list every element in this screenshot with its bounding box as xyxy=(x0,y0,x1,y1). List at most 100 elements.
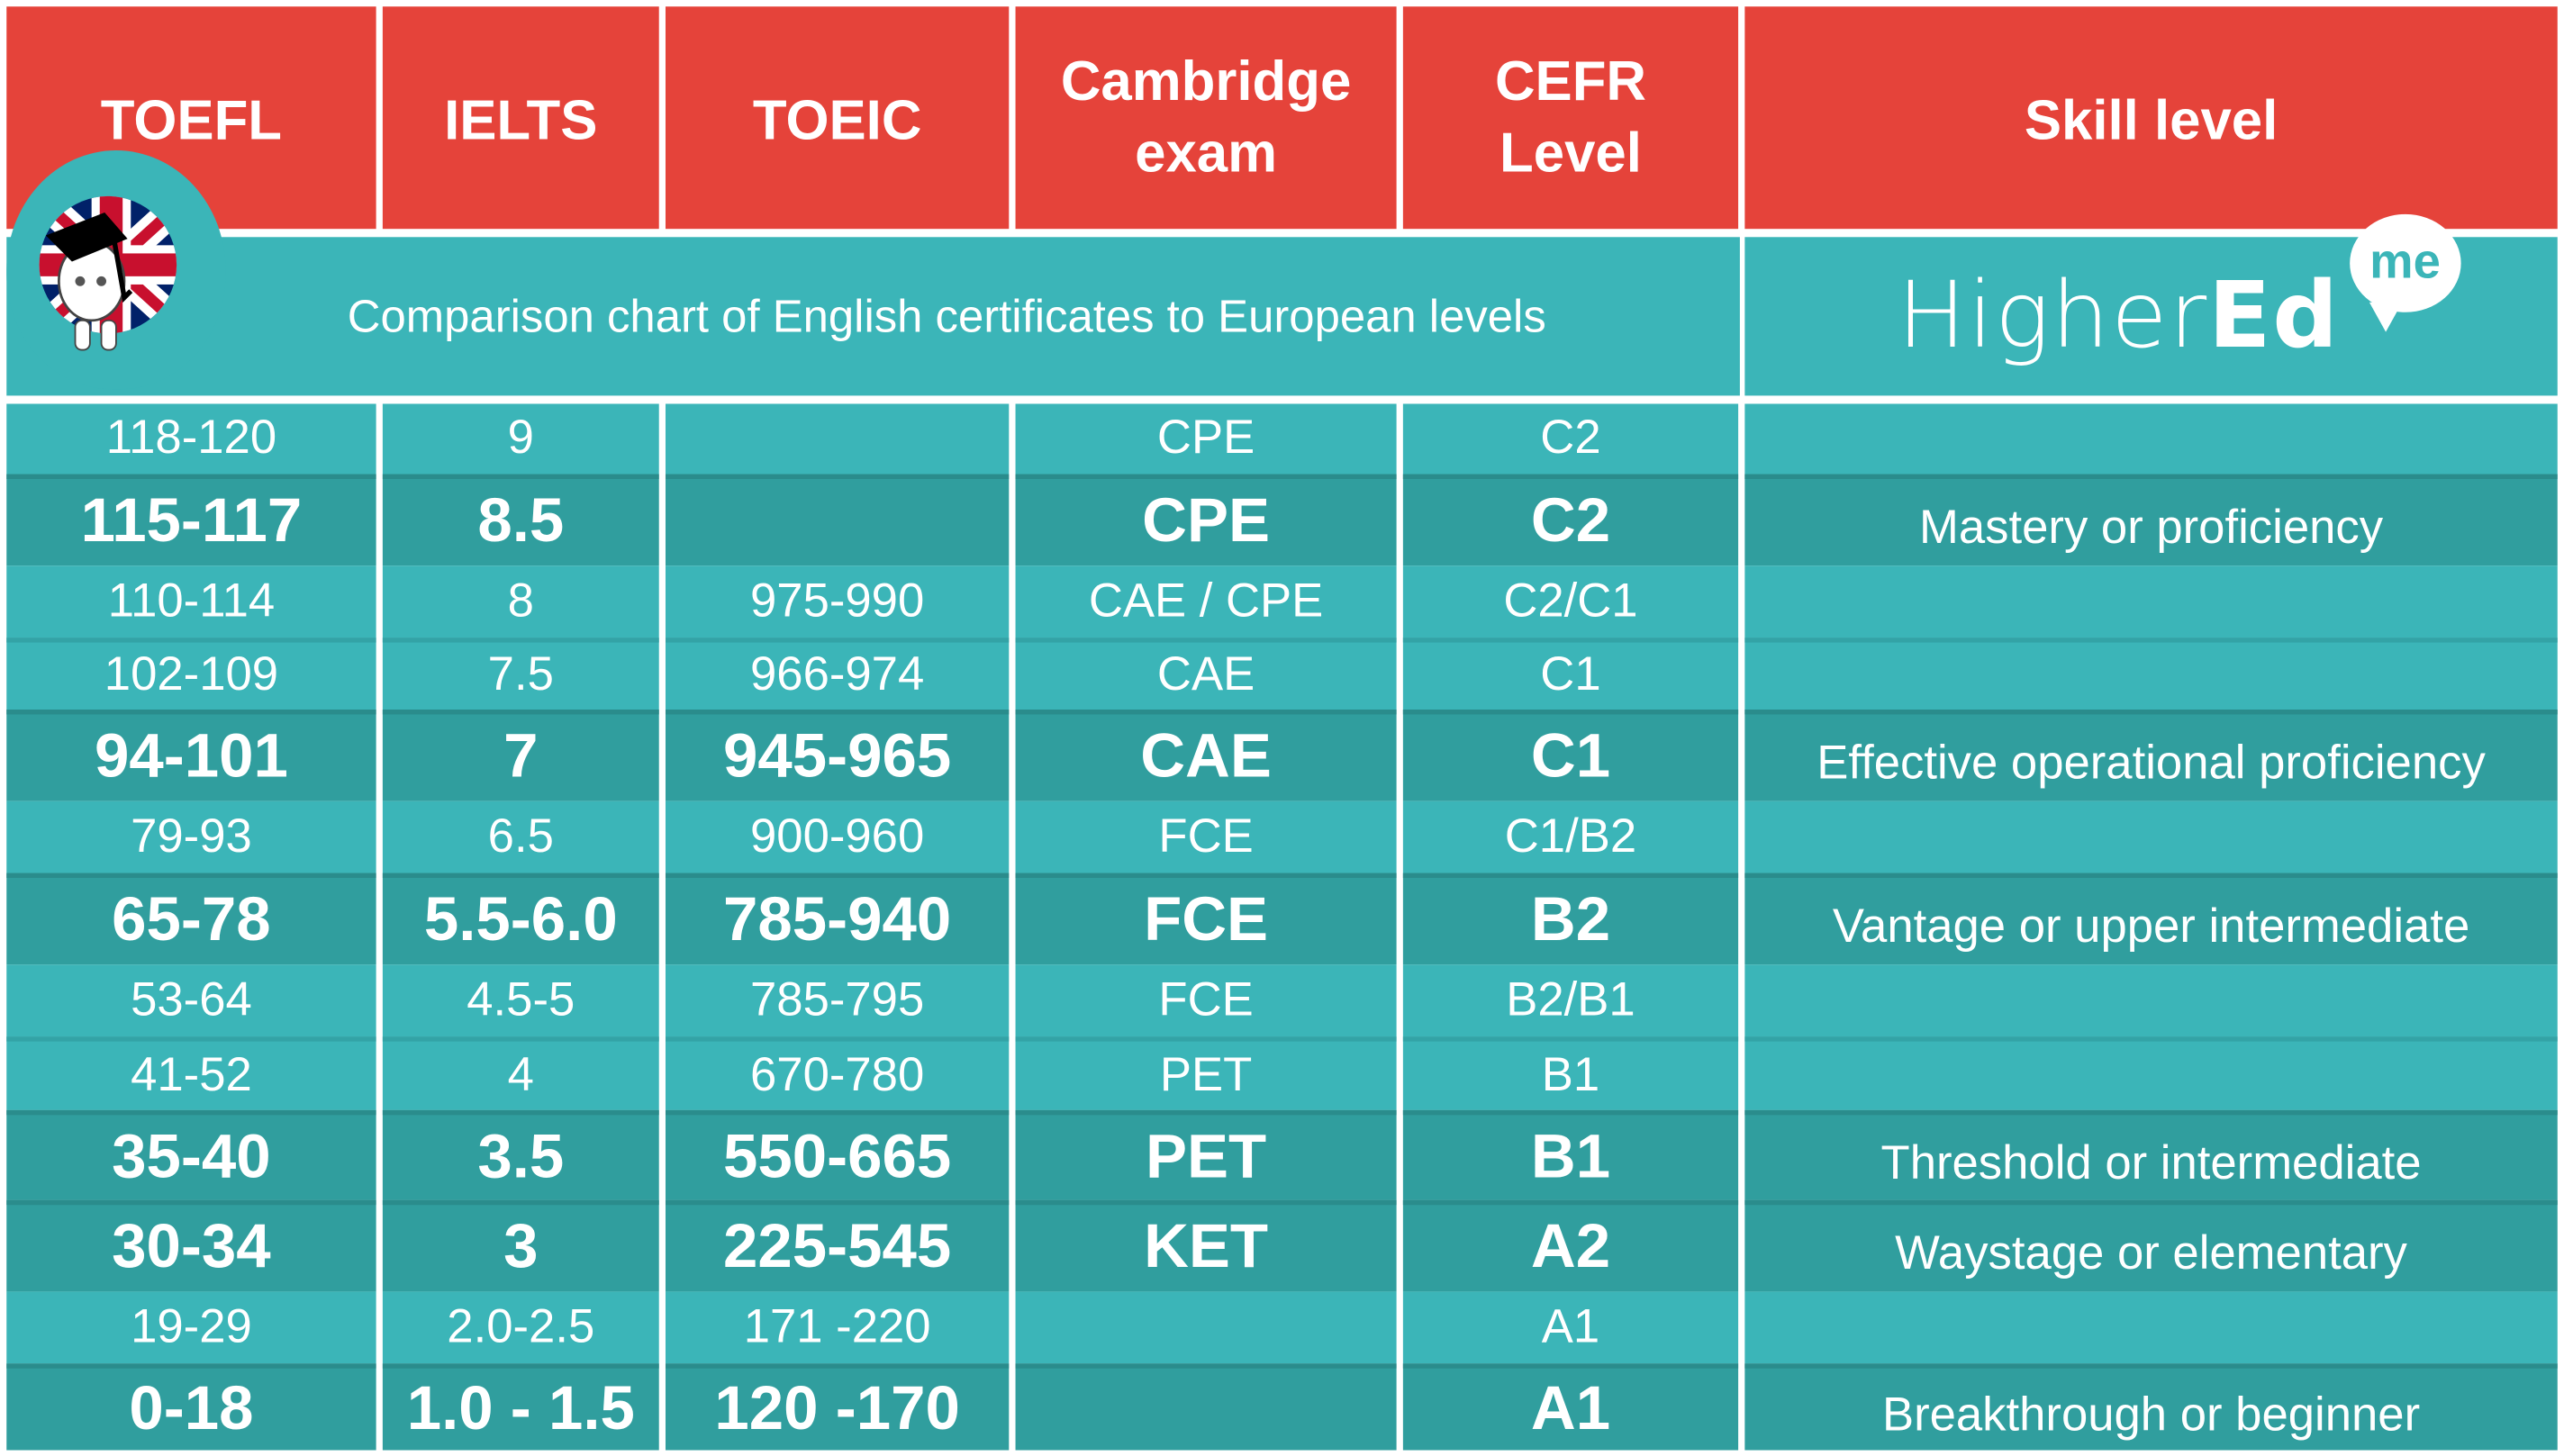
cell-toeic: 785-795 xyxy=(665,964,1010,1037)
cell-text: 118-120 xyxy=(105,411,277,465)
cell-toefl: 53-64 xyxy=(6,964,376,1037)
cell-ielts: 8 xyxy=(382,565,659,638)
header-cambridge: Cambridge exam xyxy=(1015,6,1397,230)
cell-text: C2/C1 xyxy=(1503,574,1638,628)
cell-text: 110-114 xyxy=(107,574,276,628)
cell-cambridge: KET xyxy=(1015,1199,1397,1292)
cell-text: Mastery or proficiency xyxy=(1919,502,2384,555)
cell-toeic: 171 -220 xyxy=(665,1291,1010,1364)
cell-toeic xyxy=(665,474,1010,566)
header-label: TOEFL xyxy=(101,85,282,157)
cell-cefr: A1 xyxy=(1402,1363,1739,1451)
cell-text: 1.0 - 1.5 xyxy=(406,1374,635,1443)
cell-cambridge: CAE / CPE xyxy=(1015,565,1397,638)
cell-text: 670-780 xyxy=(750,1048,925,1101)
header-line: TOEIC xyxy=(752,89,922,152)
cell-text: 79-93 xyxy=(131,809,252,863)
cell-text: 4.5-5 xyxy=(467,973,575,1026)
cell-ielts: 3 xyxy=(382,1199,659,1292)
cell-ielts: 5.5-6.0 xyxy=(382,873,659,965)
cell-skill: Mastery or proficiency xyxy=(1744,474,2558,566)
cell-toeic: 120 -170 xyxy=(665,1363,1010,1451)
cell-skill xyxy=(1744,565,2558,638)
cell-toefl: 0-18 xyxy=(6,1363,376,1451)
cell-skill xyxy=(1744,638,2558,710)
cell-cefr: C2/C1 xyxy=(1402,565,1739,638)
cell-text: CPE xyxy=(1156,411,1255,465)
cell-text: 53-64 xyxy=(131,973,252,1026)
header-label: IELTS xyxy=(444,85,597,157)
cell-cambridge: CPE xyxy=(1015,403,1397,475)
cell-toefl: 30-34 xyxy=(6,1199,376,1292)
cell-skill xyxy=(1744,1036,2558,1110)
cell-text: 120 -170 xyxy=(714,1374,960,1443)
header-line: TOEFL xyxy=(100,89,283,152)
cell-text: FCE xyxy=(1158,809,1254,863)
cell-text: 4 xyxy=(507,1048,534,1101)
cell-skill xyxy=(1744,1291,2558,1364)
cell-skill: Waystage or elementary xyxy=(1744,1199,2558,1292)
cell-text: PET xyxy=(1159,1048,1253,1101)
cell-cefr: A1 xyxy=(1402,1291,1739,1364)
cell-text: KET xyxy=(1144,1213,1269,1282)
cell-ielts: 7.5 xyxy=(382,638,659,710)
mascot-badge xyxy=(6,150,226,390)
cell-text: C2 xyxy=(1540,411,1601,465)
subtitle-banner: Comparison chart of English certificates… xyxy=(6,237,1740,396)
cell-text: 7.5 xyxy=(487,648,554,701)
cell-cambridge: PET xyxy=(1015,1109,1397,1200)
header-line: exam xyxy=(1135,122,1278,185)
subtitle-text: Comparison chart of English certificates… xyxy=(347,290,1546,341)
cell-text: 30-34 xyxy=(112,1213,271,1282)
cell-skill: Effective operational proficiency xyxy=(1744,710,2558,801)
brand-logo: HigherEd me xyxy=(1744,213,2558,396)
cell-text: C1 xyxy=(1540,648,1601,701)
cell-text: C2 xyxy=(1530,487,1611,556)
cell-toefl: 118-120 xyxy=(6,403,376,475)
cell-cefr: B2/B1 xyxy=(1402,964,1739,1037)
cell-text: CPE xyxy=(1142,487,1271,556)
cell-text: 3.5 xyxy=(477,1122,565,1191)
cell-toeic: 225-545 xyxy=(665,1199,1010,1292)
cell-cambridge xyxy=(1015,1363,1397,1451)
graduate-sheep-uk-flag-icon xyxy=(39,195,177,351)
cell-text: 3 xyxy=(503,1213,539,1282)
cell-toeic: 550-665 xyxy=(665,1109,1010,1200)
header-line: Level xyxy=(1499,122,1642,185)
cell-text: 171 -220 xyxy=(743,1300,931,1353)
cell-text: B1 xyxy=(1541,1048,1600,1101)
cell-toefl: 65-78 xyxy=(6,873,376,965)
cell-text: 966-974 xyxy=(750,648,925,701)
cell-text: 975-990 xyxy=(750,574,925,628)
cell-ielts: 3.5 xyxy=(382,1109,659,1200)
cell-text: CAE xyxy=(1156,648,1255,701)
cell-text: 19-29 xyxy=(131,1300,252,1353)
cell-toeic: 966-974 xyxy=(665,638,1010,710)
brand-light-text: Higher xyxy=(1897,263,2209,370)
cell-text: 5.5-6.0 xyxy=(423,886,618,955)
cell-cefr: C2 xyxy=(1402,403,1739,475)
cell-text: FCE xyxy=(1144,886,1269,955)
cell-cefr: C2 xyxy=(1402,474,1739,566)
cell-cefr: C1 xyxy=(1402,638,1739,710)
cell-toeic: 975-990 xyxy=(665,565,1010,638)
cell-text: B2/B1 xyxy=(1506,973,1635,1026)
cell-toefl: 110-114 xyxy=(6,565,376,638)
header-cefr: CEFR Level xyxy=(1402,6,1739,230)
cell-cambridge xyxy=(1015,1291,1397,1364)
cell-text: A1 xyxy=(1541,1300,1600,1353)
header-label: Skill level xyxy=(2025,85,2278,157)
brand-wordmark: HigherEd xyxy=(1898,263,2340,369)
cell-cefr: A2 xyxy=(1402,1199,1739,1292)
cell-text: 35-40 xyxy=(112,1122,271,1191)
cell-text: 41-52 xyxy=(131,1048,252,1101)
header-label: CEFR Level xyxy=(1495,45,1646,189)
cell-text: PET xyxy=(1145,1122,1267,1191)
cell-cefr: B2 xyxy=(1402,873,1739,965)
cell-cefr: B1 xyxy=(1402,1109,1739,1200)
cell-toefl: 35-40 xyxy=(6,1109,376,1200)
cell-text: A2 xyxy=(1530,1213,1611,1282)
header-toeic: TOEIC xyxy=(665,6,1010,230)
cell-cambridge: FCE xyxy=(1015,964,1397,1037)
cell-ielts: 1.0 - 1.5 xyxy=(382,1363,659,1451)
